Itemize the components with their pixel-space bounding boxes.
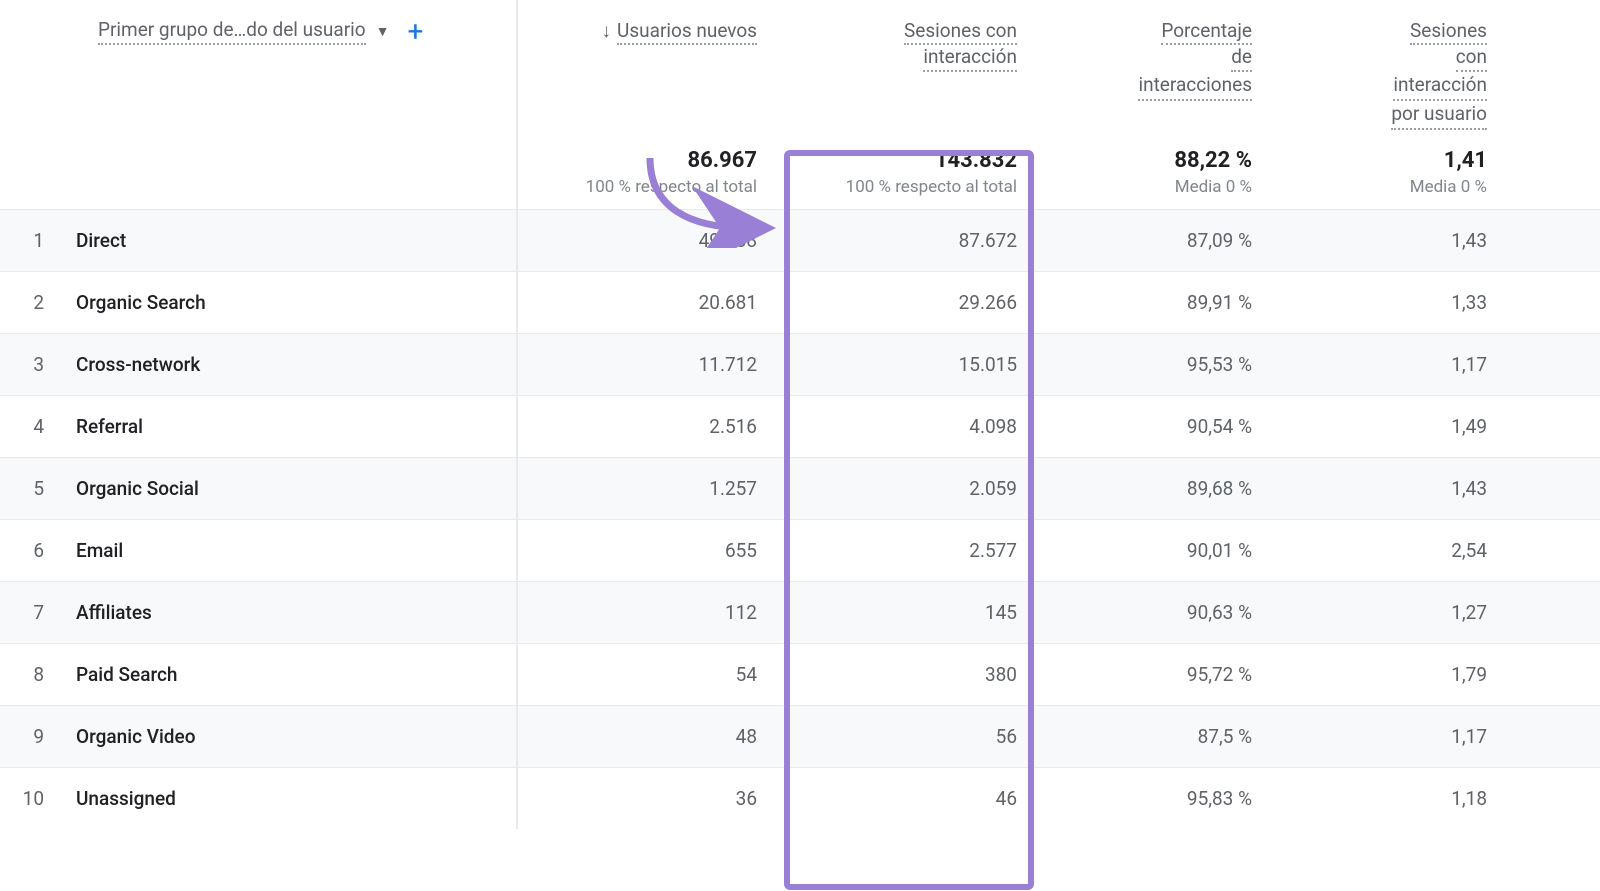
dimension-label: Primer grupo de…do del usuario <box>98 18 366 45</box>
cell-engaged-sessions: 2.577 <box>775 539 1035 562</box>
cell-engagement-rate: 87,5 % <box>1035 725 1270 748</box>
table-row[interactable]: 2Organic Search20.68129.26689,91 %1,33 <box>0 271 1600 333</box>
column-divider <box>516 0 518 829</box>
cell-engaged-sessions: 4.098 <box>775 415 1035 438</box>
analytics-table: Primer grupo de…do del usuario ▼ + ↓Usua… <box>0 0 1600 829</box>
cell-new-users: 36 <box>520 787 775 810</box>
row-channel-name[interactable]: Cross-network <box>60 353 520 376</box>
table-row[interactable]: 5Organic Social1.2572.05989,68 %1,43 <box>0 457 1600 519</box>
total-engaged-sessions-per-user: 1,41 Media 0 % <box>1270 148 1505 197</box>
table-row[interactable]: 3Cross-network11.71215.01595,53 %1,17 <box>0 333 1600 395</box>
row-channel-name[interactable]: Organic Search <box>60 291 520 314</box>
cell-new-users: 49.888 <box>520 229 775 252</box>
cell-engagement-rate: 95,53 % <box>1035 353 1270 376</box>
totals-row: 86.967 100 % respecto al total 143.832 1… <box>0 130 1600 209</box>
cell-engaged-sessions-per-user: 1,49 <box>1270 415 1505 438</box>
cell-engaged-sessions-per-user: 1,43 <box>1270 477 1505 500</box>
cell-engaged-sessions-per-user: 1,17 <box>1270 725 1505 748</box>
table-row[interactable]: 10Unassigned364695,83 %1,18 <box>0 767 1600 829</box>
cell-engaged-sessions-per-user: 1,43 <box>1270 229 1505 252</box>
cell-new-users: 1.257 <box>520 477 775 500</box>
cell-new-users: 112 <box>520 601 775 624</box>
cell-engagement-rate: 87,09 % <box>1035 229 1270 252</box>
row-index: 2 <box>0 291 60 314</box>
cell-engaged-sessions-per-user: 1,79 <box>1270 663 1505 686</box>
chevron-down-icon[interactable]: ▼ <box>376 23 390 40</box>
column-header-engagement-rate[interactable]: Porcentaje de interacciones <box>1035 18 1270 101</box>
row-index: 10 <box>0 787 60 810</box>
table-body: 1Direct49.88887.67287,09 %1,432Organic S… <box>0 209 1600 829</box>
column-header-engaged-sessions[interactable]: Sesiones con interacción <box>775 18 1035 72</box>
table-row[interactable]: 7Affiliates11214590,63 %1,27 <box>0 581 1600 643</box>
row-channel-name[interactable]: Referral <box>60 415 520 438</box>
dimension-header[interactable]: Primer grupo de…do del usuario ▼ + <box>0 18 520 45</box>
row-channel-name[interactable]: Paid Search <box>60 663 520 686</box>
cell-new-users: 2.516 <box>520 415 775 438</box>
add-dimension-button[interactable]: + <box>399 22 423 42</box>
cell-engagement-rate: 89,68 % <box>1035 477 1270 500</box>
row-channel-name[interactable]: Affiliates <box>60 601 520 624</box>
cell-new-users: 54 <box>520 663 775 686</box>
cell-engaged-sessions: 2.059 <box>775 477 1035 500</box>
row-channel-name[interactable]: Organic Social <box>60 477 520 500</box>
cell-engaged-sessions: 87.672 <box>775 229 1035 252</box>
row-channel-name[interactable]: Unassigned <box>60 787 520 810</box>
cell-engagement-rate: 90,63 % <box>1035 601 1270 624</box>
cell-engaged-sessions-per-user: 1,18 <box>1270 787 1505 810</box>
table-row[interactable]: 6Email6552.57790,01 %2,54 <box>0 519 1600 581</box>
cell-engagement-rate: 90,01 % <box>1035 539 1270 562</box>
cell-engagement-rate: 95,72 % <box>1035 663 1270 686</box>
cell-engaged-sessions-per-user: 1,33 <box>1270 291 1505 314</box>
sort-down-icon: ↓ <box>602 19 612 42</box>
row-channel-name[interactable]: Direct <box>60 229 520 252</box>
cell-engaged-sessions: 380 <box>775 663 1035 686</box>
row-index: 1 <box>0 229 60 252</box>
cell-new-users: 11.712 <box>520 353 775 376</box>
column-header-engaged-sessions-per-user[interactable]: Sesiones con interacción por usuario <box>1270 18 1505 130</box>
table-row[interactable]: 8Paid Search5438095,72 %1,79 <box>0 643 1600 705</box>
table-header-row: Primer grupo de…do del usuario ▼ + ↓Usua… <box>0 0 1600 130</box>
row-index: 9 <box>0 725 60 748</box>
row-channel-name[interactable]: Organic Video <box>60 725 520 748</box>
cell-engaged-sessions: 46 <box>775 787 1035 810</box>
table-row[interactable]: 1Direct49.88887.67287,09 %1,43 <box>0 209 1600 271</box>
cell-engagement-rate: 95,83 % <box>1035 787 1270 810</box>
cell-engagement-rate: 89,91 % <box>1035 291 1270 314</box>
cell-engaged-sessions: 56 <box>775 725 1035 748</box>
cell-engaged-sessions-per-user: 1,27 <box>1270 601 1505 624</box>
row-index: 6 <box>0 539 60 562</box>
row-index: 8 <box>0 663 60 686</box>
row-index: 5 <box>0 477 60 500</box>
row-index: 3 <box>0 353 60 376</box>
column-header-new-users[interactable]: ↓Usuarios nuevos <box>520 18 775 44</box>
cell-new-users: 655 <box>520 539 775 562</box>
cell-engaged-sessions: 15.015 <box>775 353 1035 376</box>
table-row[interactable]: 9Organic Video485687,5 %1,17 <box>0 705 1600 767</box>
cell-engaged-sessions-per-user: 2,54 <box>1270 539 1505 562</box>
cell-new-users: 20.681 <box>520 291 775 314</box>
total-engaged-sessions: 143.832 100 % respecto al total <box>775 148 1035 197</box>
cell-engaged-sessions-per-user: 1,17 <box>1270 353 1505 376</box>
row-index: 4 <box>0 415 60 438</box>
row-channel-name[interactable]: Email <box>60 539 520 562</box>
total-new-users: 86.967 100 % respecto al total <box>520 148 775 197</box>
total-engagement-rate: 88,22 % Media 0 % <box>1035 148 1270 197</box>
cell-new-users: 48 <box>520 725 775 748</box>
cell-engaged-sessions: 145 <box>775 601 1035 624</box>
cell-engaged-sessions: 29.266 <box>775 291 1035 314</box>
table-row[interactable]: 4Referral2.5164.09890,54 %1,49 <box>0 395 1600 457</box>
row-index: 7 <box>0 601 60 624</box>
cell-engagement-rate: 90,54 % <box>1035 415 1270 438</box>
